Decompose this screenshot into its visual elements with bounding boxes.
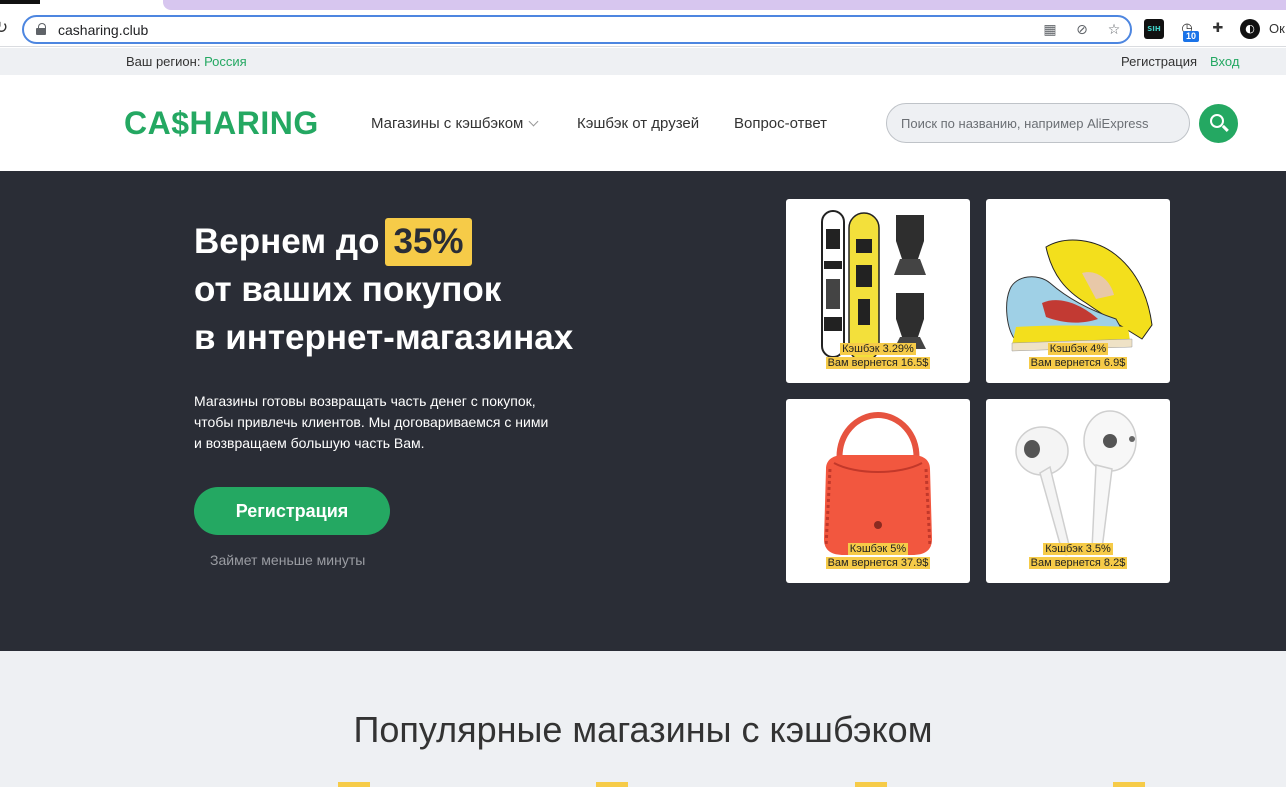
reload-icon[interactable]: ↻: [0, 18, 8, 38]
register-note: Займет меньше минуты: [210, 552, 366, 568]
store-card-badge: [596, 782, 628, 787]
nav-friends-cashback[interactable]: Кэшбэк от друзей: [577, 115, 699, 132]
nav-stores[interactable]: Магазины с кэшбэком: [371, 115, 539, 132]
top-bar: Ваш регион: Россия Регистрация Вход: [0, 48, 1286, 75]
url-text[interactable]: casharing.club: [58, 22, 148, 38]
hero-section: Вернем до 35% от ваших покупок в интернет…: [0, 171, 1286, 651]
tab-strip-edge: [0, 0, 40, 4]
search-input[interactable]: [886, 103, 1190, 143]
qr-code-icon[interactable]: ▦: [1041, 21, 1059, 39]
profile-label[interactable]: Ок: [1269, 21, 1285, 36]
cashback-return: Вам вернется 37.9$: [825, 557, 931, 569]
nav-faq[interactable]: Вопрос-ответ: [734, 115, 827, 132]
hero-title-line3: в интернет-магазинах: [194, 318, 574, 357]
incognito-avatar-icon[interactable]: ◐: [1240, 19, 1260, 39]
store-card-badge: [338, 782, 370, 787]
cashback-return: Вам вернется 8.2$: [1028, 557, 1128, 569]
cashback-percent: Кэшбэк 3.29%: [840, 343, 916, 355]
cashback-return: Вам вернется 16.5$: [825, 357, 931, 369]
tab-strip: [163, 0, 1286, 10]
browser-chrome: ↻ casharing.club ▦ ⊘ ☆ SIH ◷ 10 ✚ ◐ Ок: [0, 0, 1286, 47]
product-card[interactable]: Кэшбэк 3.29% Вам вернется 16.5$: [786, 199, 970, 383]
star-icon[interactable]: ☆: [1105, 21, 1123, 39]
extension-badge: 10: [1183, 31, 1200, 42]
hero-description-line: чтобы привлечь клиентов. Мы договариваем…: [194, 414, 549, 430]
product-card[interactable]: Кэшбэк 4% Вам вернется 6.9$: [986, 199, 1170, 383]
cashback-percent: Кэшбэк 5%: [847, 543, 909, 555]
nav-stores-label: Магазины с кэшбэком: [371, 115, 524, 132]
hero-description-line: и возвращаем большую часть Вам.: [194, 435, 425, 451]
puzzle-icon[interactable]: ✚: [1208, 19, 1228, 39]
hero-description: Магазины готовы возвращать часть денег с…: [194, 391, 594, 454]
popular-stores-title: Популярные магазины с кэшбэком: [353, 709, 933, 750]
register-button[interactable]: Регистрация: [194, 487, 390, 535]
cashback-return: Вам вернется 6.9$: [1028, 357, 1128, 369]
hero-description-line: Магазины готовы возвращать часть денег с…: [194, 393, 536, 409]
top-register-link[interactable]: Регистрация: [1121, 54, 1197, 69]
region-link[interactable]: Россия: [204, 54, 247, 69]
product-card[interactable]: Кэшбэк 3.5% Вам вернется 8.2$: [986, 399, 1170, 583]
top-login-link[interactable]: Вход: [1210, 54, 1239, 69]
chevron-down-icon: [528, 116, 539, 127]
site-header: CA$HARING Магазины с кэшбэком Кэшбэк от …: [0, 75, 1286, 171]
region-selector: Ваш регион: Россия: [126, 54, 247, 69]
lock-icon[interactable]: [36, 23, 46, 35]
eye-slash-icon[interactable]: ⊘: [1073, 21, 1091, 39]
popular-stores-section: Популярные магазины с кэшбэком: [0, 651, 1286, 787]
cashback-percent: Кэшбэк 4%: [1047, 343, 1109, 355]
sih-extension-icon[interactable]: SIH: [1144, 19, 1164, 39]
search-icon: [1210, 114, 1224, 128]
region-label: Ваш регион:: [126, 54, 201, 69]
hero-percent-highlight: 35%: [385, 218, 472, 266]
store-card-badge: [855, 782, 887, 787]
store-card-badge: [1113, 782, 1145, 787]
hero-title-prefix: Вернем до: [194, 222, 380, 261]
product-card[interactable]: Кэшбэк 5% Вам вернется 37.9$: [786, 399, 970, 583]
search-button[interactable]: [1199, 104, 1238, 143]
cashback-percent: Кэшбэк 3.5%: [1043, 543, 1113, 555]
hero-title-line2: от ваших покупок: [194, 270, 502, 309]
address-bar[interactable]: casharing.club ▦ ⊘ ☆: [22, 15, 1132, 44]
site-logo[interactable]: CA$HARING: [124, 105, 319, 142]
hero-title: Вернем до 35% от ваших покупок в интернет…: [194, 218, 573, 362]
